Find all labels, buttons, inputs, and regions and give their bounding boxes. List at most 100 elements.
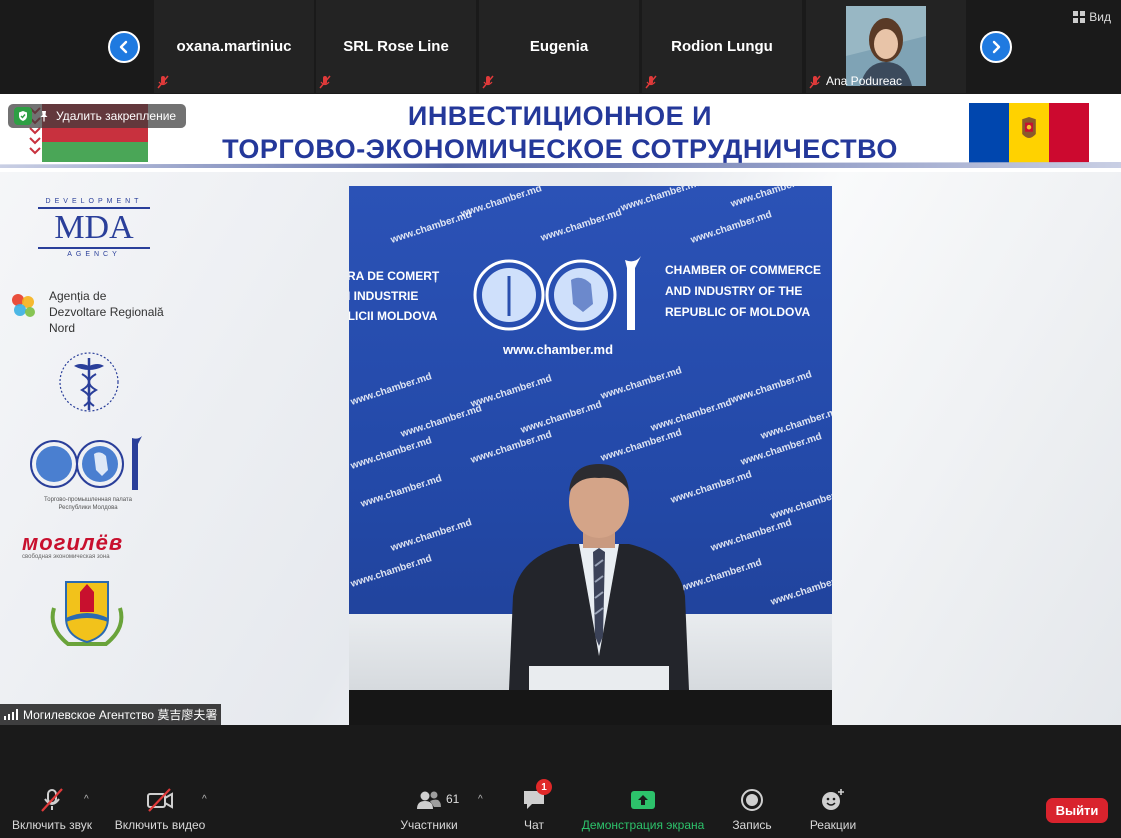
cci-ro-line1: ERA DE COMERȚ bbox=[349, 269, 440, 283]
unmute-label: Включить звук bbox=[11, 818, 93, 832]
mic-muted-icon bbox=[645, 75, 657, 89]
camera-icon-wrap bbox=[146, 782, 174, 818]
share-screen-label: Демонстрация экрана bbox=[581, 818, 705, 832]
record-button[interactable]: Запись bbox=[728, 782, 776, 838]
slide-title-line2: ТОРГОВО-ЭКОНОМИЧЕСКОЕ СОТРУДНИЧЕСТВО bbox=[222, 134, 898, 164]
pin-icon bbox=[40, 111, 48, 122]
participant-tile[interactable]: Rodion Lungu bbox=[642, 0, 802, 93]
cci-ro-line3: BLICII MOLDOVA bbox=[349, 309, 438, 323]
chat-label: Чат bbox=[524, 818, 544, 832]
reactions-icon-wrap bbox=[820, 782, 846, 818]
participants-button[interactable]: 61 Участники bbox=[398, 782, 460, 838]
moldova-flag-icon bbox=[969, 103, 1089, 163]
active-speaker-label: Могилевское Агентство 莫吉廖夫署 bbox=[0, 704, 222, 725]
mogilev-logo: могилёв свободная экономическая зона bbox=[22, 530, 162, 562]
adr-line2: Dezvoltare Regională bbox=[49, 305, 164, 319]
leave-meeting-button[interactable]: Выйти bbox=[1046, 798, 1108, 823]
start-video-label: Включить видео bbox=[114, 818, 206, 832]
cci-en-line1: CHAMBER OF COMMERCE bbox=[665, 263, 821, 277]
mogilev-word: могилёв bbox=[22, 530, 124, 555]
shield-icon bbox=[14, 107, 32, 125]
participants-label: Участники bbox=[400, 818, 458, 832]
adr-swirl-icon bbox=[12, 294, 35, 317]
participant-name: Rodion Lungu bbox=[671, 38, 773, 55]
prev-page-button[interactable] bbox=[108, 31, 140, 63]
speaker-figure bbox=[509, 464, 689, 690]
mda-logo-top: DEVELOPMENT bbox=[45, 198, 143, 205]
participant-tile[interactable]: oxana.martiniuc bbox=[154, 0, 314, 93]
cci-url: www.chamber.md bbox=[503, 342, 614, 357]
slide-title: ИНВЕСТИЦИОННОЕ И ТОРГОВО-ЭКОНОМИЧЕСКОЕ С… bbox=[200, 100, 920, 166]
coat-of-arms-icon bbox=[1022, 117, 1036, 138]
mda-logo-bottom: AGENCY bbox=[67, 251, 121, 258]
reactions-label: Реакции bbox=[809, 818, 857, 832]
cci-romanian-name: ERA DE COMERȚ ȘI INDUSTRIE BLICII MOLDOV… bbox=[349, 266, 439, 326]
emoji-add-icon bbox=[822, 789, 844, 810]
mic-muted-icon bbox=[482, 75, 494, 89]
mogilev-sub: свободная экономическая зона bbox=[22, 554, 110, 560]
camera-off-icon bbox=[147, 788, 173, 812]
start-video-button[interactable]: Включить видео bbox=[112, 782, 208, 838]
mic-muted-icon bbox=[809, 75, 821, 89]
chat-unread-badge: 1 bbox=[536, 779, 552, 795]
chat-icon-wrap: 1 bbox=[522, 779, 552, 818]
share-screen-button[interactable]: Демонстрация экрана bbox=[580, 782, 706, 838]
mda-logo-main: MDA bbox=[38, 207, 150, 249]
speaker-video: www.chamber.md www.chamber.md www.chambe… bbox=[349, 186, 832, 725]
participant-name: oxana.martiniuc bbox=[176, 38, 292, 55]
speaker-name: Могилевское Агентство 莫吉廖夫署 bbox=[23, 708, 218, 722]
record-icon bbox=[741, 789, 763, 811]
slide-title-line1: ИНВЕСТИЦИОННОЕ И bbox=[407, 101, 713, 131]
mic-muted-icon bbox=[319, 75, 331, 89]
meeting-toolbar: Включить звук ^ Включить видео ^ 61 Учас… bbox=[0, 779, 1121, 838]
cci-ro-line2: ȘI INDUSTRIE bbox=[349, 289, 419, 303]
participants-icon-wrap: 61 bbox=[416, 782, 459, 818]
cci-en-line2: AND INDUSTRY OF THE bbox=[665, 284, 803, 298]
desk-base bbox=[349, 690, 832, 725]
participant-tile[interactable]: Eugenia bbox=[479, 0, 639, 93]
cci-caption-line1: Торгово-промышленная палата bbox=[44, 497, 132, 503]
mogilev-coat-of-arms-icon bbox=[50, 581, 124, 646]
reactions-button[interactable]: Реакции bbox=[806, 782, 860, 838]
share-icon-wrap bbox=[630, 782, 656, 818]
participants-count: 61 bbox=[446, 792, 460, 806]
caduceus-emblem-icon bbox=[59, 352, 119, 412]
chat-button[interactable]: 1 Чат bbox=[514, 779, 554, 838]
unmute-button[interactable]: Включить звук bbox=[10, 782, 94, 838]
grid-view-icon bbox=[1073, 11, 1086, 23]
adr-nord-logo: Agenția de Dezvoltare Regională Nord bbox=[8, 288, 188, 336]
signal-strength-icon bbox=[4, 709, 18, 720]
participant-name: Ana Podureac bbox=[826, 74, 903, 88]
adr-line3: Nord bbox=[49, 321, 76, 335]
participant-tile[interactable]: SRL Rose Line bbox=[316, 0, 476, 93]
mic-muted-icon bbox=[41, 788, 63, 812]
audio-options-caret[interactable]: ^ bbox=[84, 794, 94, 805]
unpin-button[interactable]: Удалить закрепление bbox=[8, 104, 187, 128]
video-options-caret[interactable]: ^ bbox=[202, 794, 212, 805]
participant-strip: oxana.martiniuc SRL Rose Line Eugenia Ro… bbox=[0, 0, 1121, 94]
adr-line1: Agenția de bbox=[49, 289, 107, 303]
mda-logo: DEVELOPMENT MDA AGENCY bbox=[38, 198, 150, 268]
participants-icon bbox=[417, 791, 441, 809]
participant-name: SRL Rose Line bbox=[343, 38, 449, 55]
view-label: Вид bbox=[1089, 10, 1111, 24]
chevron-left-icon bbox=[119, 40, 128, 54]
cci-english-name: CHAMBER OF COMMERCE AND INDUSTRY OF THE … bbox=[665, 260, 821, 323]
participant-tile-video[interactable]: Ana Podureac bbox=[806, 0, 966, 93]
chevron-right-icon bbox=[992, 40, 1001, 54]
cci-chamber-emblem-icon bbox=[473, 256, 641, 331]
mic-muted-icon bbox=[157, 75, 169, 89]
participant-name: Eugenia bbox=[529, 38, 589, 55]
unpin-label: Удалить закрепление bbox=[56, 109, 177, 123]
next-page-button[interactable] bbox=[980, 31, 1012, 63]
record-icon-wrap bbox=[740, 782, 764, 818]
shared-screen: ИНВЕСТИЦИОННОЕ И ТОРГОВО-ЭКОНОМИЧЕСКОЕ С… bbox=[0, 94, 1121, 725]
zoom-meeting-window: oxana.martiniuc SRL Rose Line Eugenia Ro… bbox=[0, 0, 1121, 838]
cci-moldova-logo: Торгово-промышленная палата Республики М… bbox=[28, 434, 148, 520]
share-screen-icon bbox=[631, 791, 655, 809]
view-button[interactable]: Вид bbox=[1073, 10, 1111, 24]
cci-en-line3: REPUBLIC OF MOLDOVA bbox=[665, 305, 811, 319]
participants-options-caret[interactable]: ^ bbox=[478, 794, 488, 805]
cci-emblem-icon bbox=[30, 436, 142, 490]
mic-icon-wrap bbox=[39, 782, 65, 818]
